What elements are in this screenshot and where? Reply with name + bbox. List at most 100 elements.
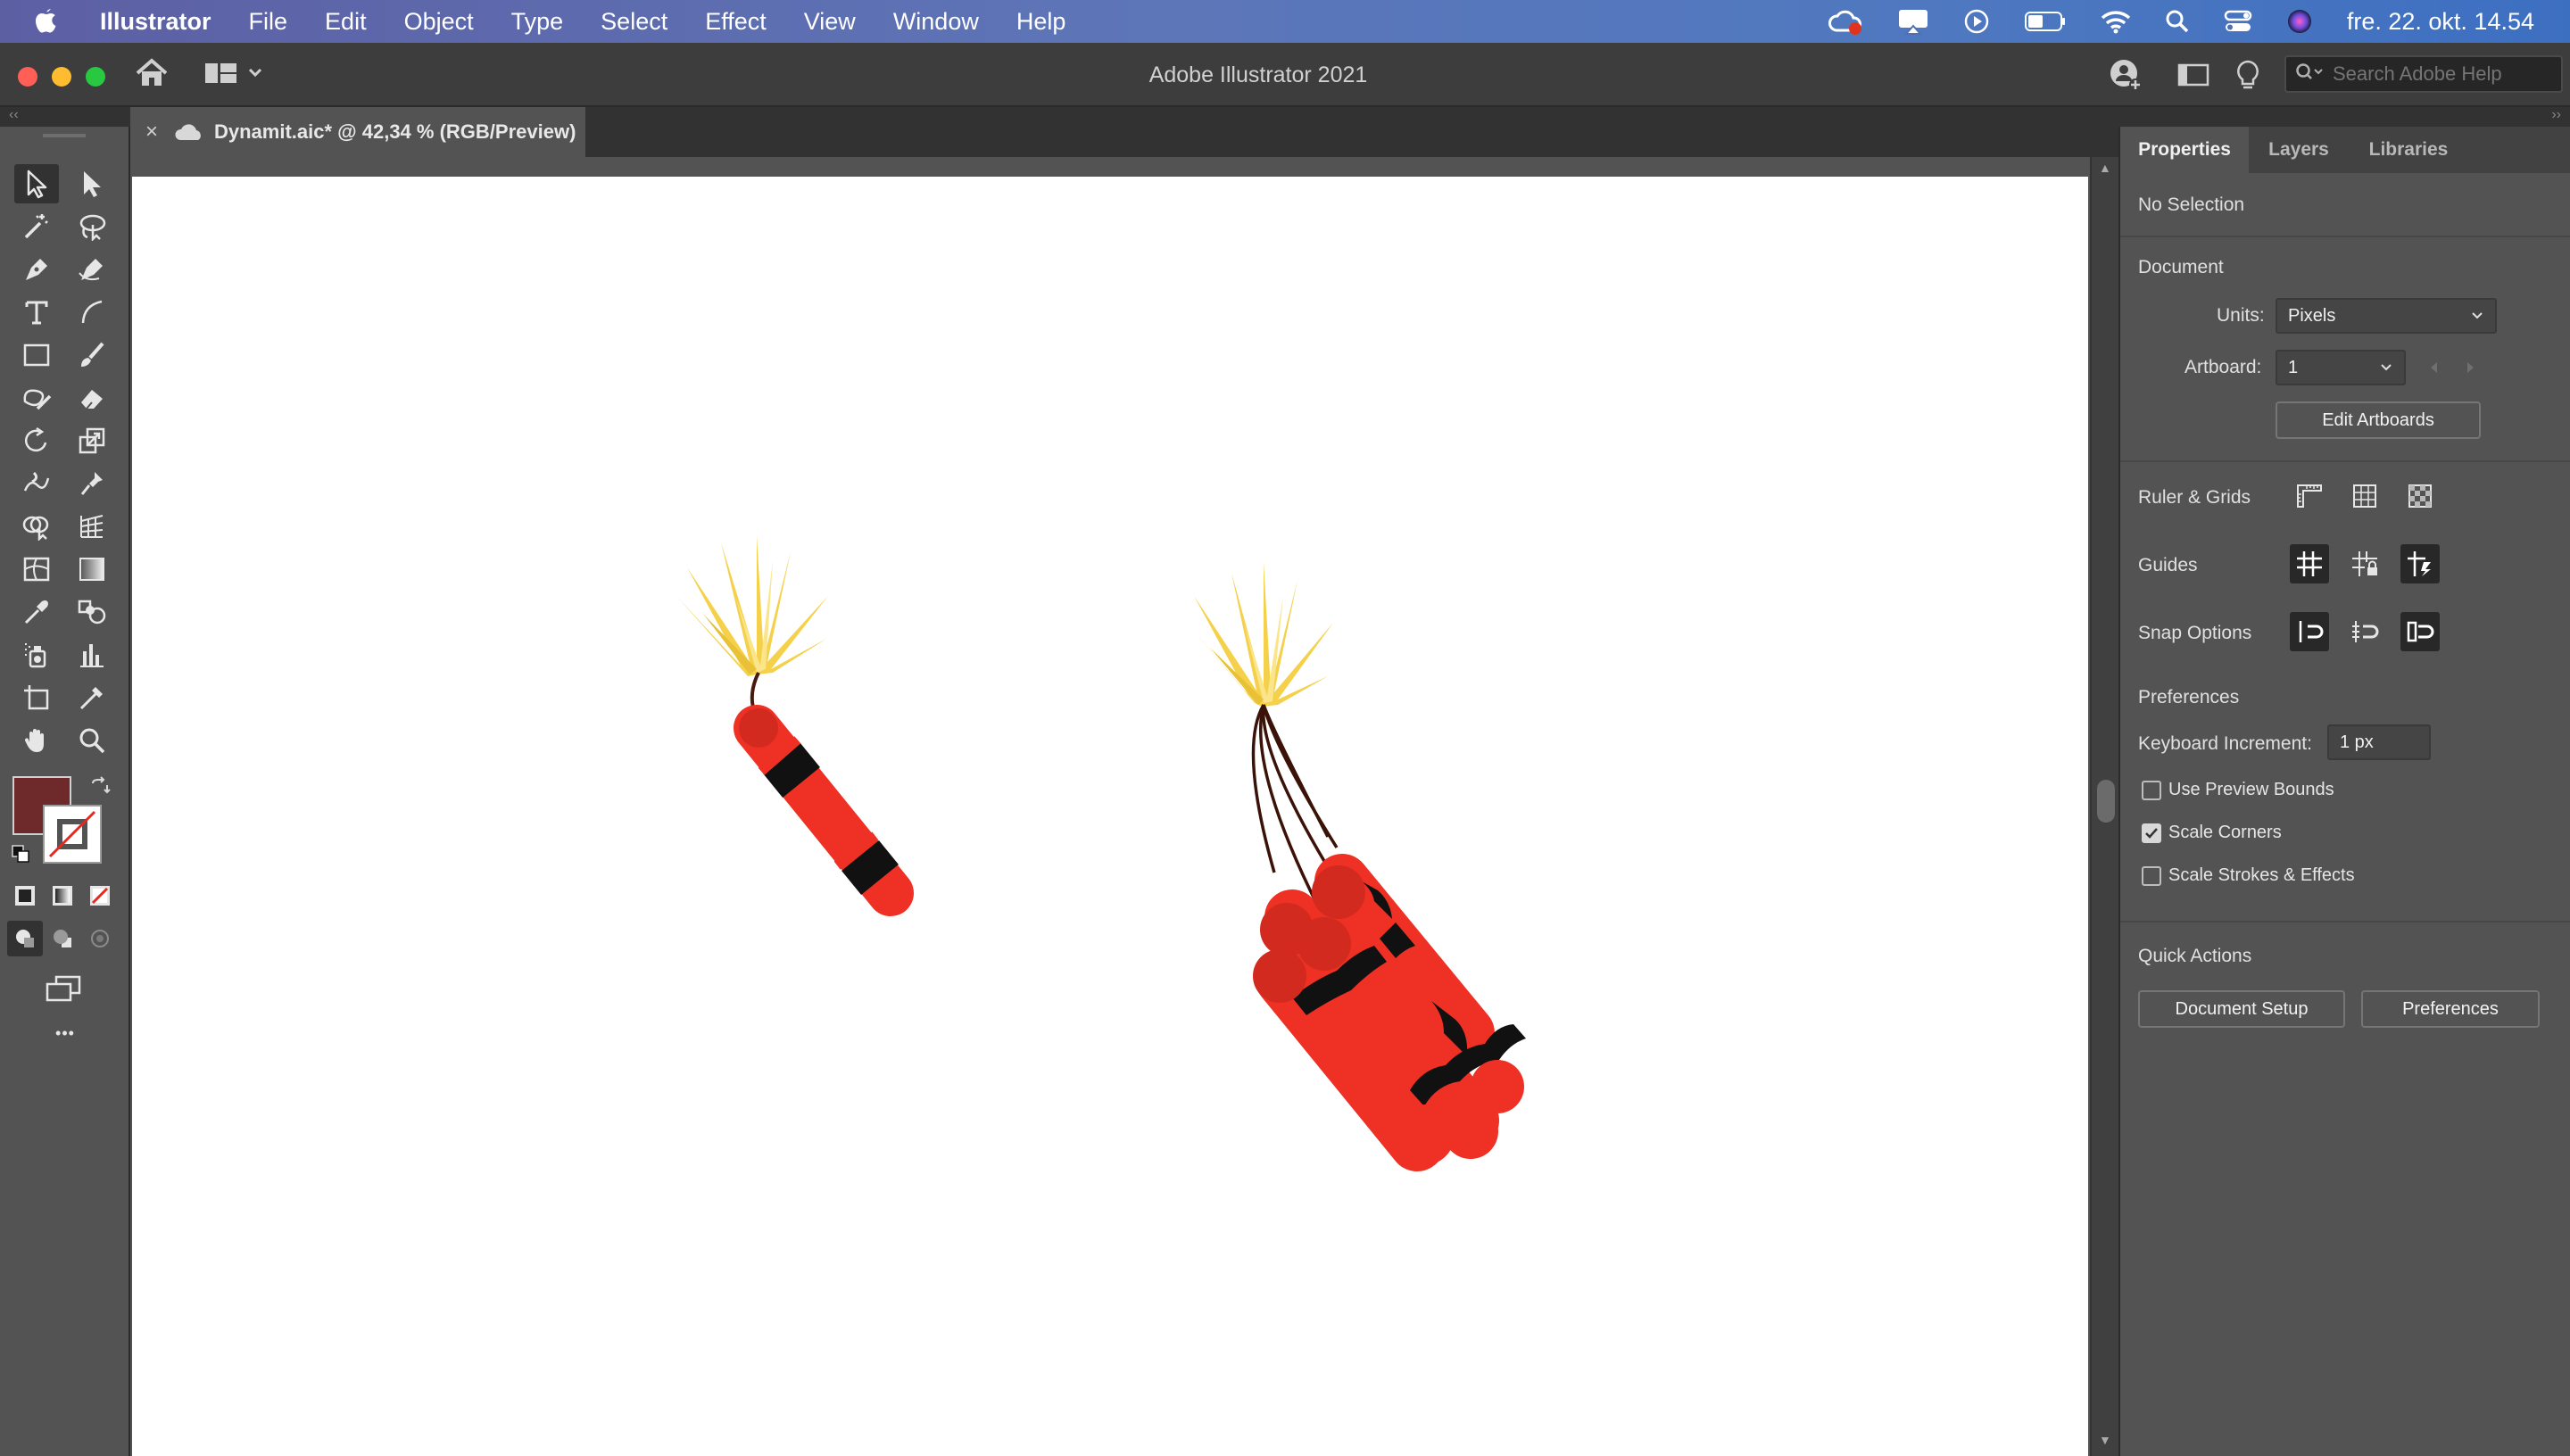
menu-view[interactable]: View [804,8,856,36]
checkbox-box[interactable] [2142,865,2161,886]
use-preview-bounds-checkbox[interactable]: Use Preview Bounds [2142,780,2334,800]
panel-arrange-icon[interactable] [2177,62,2209,92]
document-tab[interactable]: × Dynamit.aic* @ 42,34 % (RGB/Preview) [130,107,585,157]
creative-cloud-icon[interactable] [1828,7,1863,36]
tab-layers[interactable]: Layers [2249,127,2349,173]
blend-tool-icon[interactable] [70,592,114,632]
edit-artboards-button[interactable]: Edit Artboards [2276,401,2481,439]
default-fill-stroke-icon[interactable] [11,844,32,870]
close-document-tab-button[interactable]: × [130,120,173,145]
spotlight-search-icon[interactable] [2165,9,2190,34]
transparency-grid-icon[interactable] [2400,476,2440,516]
eraser-tool-icon[interactable] [70,378,114,418]
scrollbar-thumb[interactable] [2097,780,2115,823]
shape-builder-tool-icon[interactable] [14,507,59,546]
ruler-icon[interactable] [2290,476,2329,516]
app-menu-illustrator[interactable]: Illustrator [100,8,211,36]
zoom-tool-icon[interactable] [70,721,114,760]
document-setup-button[interactable]: Document Setup [2138,990,2345,1028]
draw-behind-icon[interactable] [45,921,80,956]
symbol-sprayer-tool-icon[interactable] [14,635,59,674]
adobe-help-search-field[interactable] [2284,55,2563,93]
collapse-left-icon[interactable]: ‹‹ [9,107,19,123]
rectangle-tool-icon[interactable] [14,335,59,375]
preferences-button[interactable]: Preferences [2361,990,2540,1028]
toolbar-collapse-strip[interactable]: ‹‹ [0,107,130,127]
perspective-grid-tool-icon[interactable] [70,507,114,546]
battery-icon[interactable] [2024,10,2067,33]
mesh-tool-icon[interactable] [14,550,59,589]
collapse-right-icon[interactable]: ›› [2551,107,2561,123]
scale-strokes-effects-checkbox[interactable]: Scale Strokes & Effects [2142,865,2355,886]
direct-selection-tool-icon[interactable] [70,164,114,203]
next-artboard-icon[interactable] [2463,360,2477,379]
menu-window[interactable]: Window [893,8,979,36]
slice-tool-icon[interactable] [70,678,114,717]
menu-help[interactable]: Help [1016,8,1066,36]
scale-corners-checkbox[interactable]: Scale Corners [2142,823,2282,843]
menu-effect[interactable]: Effect [705,8,767,36]
selection-tool-icon[interactable] [14,164,59,203]
scroll-down-icon[interactable]: ▼ [2099,1433,2111,1447]
artboard-tool-icon[interactable] [14,678,59,717]
eyedropper-tool-icon[interactable] [14,592,59,632]
column-graph-tool-icon[interactable] [70,635,114,674]
rotate-tool-icon[interactable] [14,421,59,460]
lasso-tool-icon[interactable] [70,207,114,246]
menu-bar-clock[interactable]: fre. 22. okt. 14.54 [2347,8,2534,36]
shaper-tool-icon[interactable] [14,378,59,418]
stroke-color-swatch[interactable] [43,805,102,864]
wifi-icon[interactable] [2101,9,2131,34]
dynamite-bundle[interactable] [1187,562,1526,1171]
show-guides-icon[interactable] [2290,544,2329,583]
draw-inside-icon[interactable] [82,921,118,956]
keyboard-increment-field[interactable]: 1 px [2327,724,2431,760]
none-mode-icon[interactable] [82,878,118,914]
hand-tool-icon[interactable] [14,721,59,760]
lock-guides-icon[interactable] [2345,544,2384,583]
smart-guides-icon[interactable] [2400,544,2440,583]
magic-wand-tool-icon[interactable] [14,207,59,246]
snap-to-grid-icon[interactable] [2345,612,2384,651]
menu-object[interactable]: Object [404,8,474,36]
line-segment-tool-icon[interactable] [70,293,114,332]
color-mode-icon[interactable] [7,878,43,914]
paintbrush-tool-icon[interactable] [70,335,114,375]
panel-collapse-strip[interactable]: ›› [2118,107,2570,127]
draw-normal-icon[interactable] [7,921,43,956]
previous-artboard-icon[interactable] [2427,360,2442,379]
canvas-area[interactable] [130,157,2090,1456]
checkbox-box[interactable] [2142,823,2161,843]
tab-properties[interactable]: Properties [2120,127,2249,173]
gradient-tool-icon[interactable] [70,550,114,589]
artboard[interactable] [132,177,2088,1456]
toolbar-grip[interactable] [43,134,86,137]
scroll-up-icon[interactable]: ▲ [2099,161,2111,175]
checkbox-box[interactable] [2142,780,2161,800]
snap-to-point-icon[interactable] [2290,612,2329,651]
adobe-help-search-input[interactable] [2333,62,2547,86]
artboard-dropdown[interactable]: 1 [2276,350,2406,385]
canvas-vertical-scrollbar[interactable]: ▲ ▼ [2090,157,2118,1456]
snap-to-pixel-icon[interactable] [2400,612,2440,651]
menu-edit[interactable]: Edit [325,8,367,36]
siri-icon[interactable] [2286,8,2313,35]
menu-type[interactable]: Type [511,8,564,36]
grid-icon[interactable] [2345,476,2384,516]
curvature-tool-icon[interactable] [70,250,114,289]
scale-tool-icon[interactable] [70,421,114,460]
menu-file[interactable]: File [249,8,288,36]
pen-tool-icon[interactable] [14,250,59,289]
control-center-icon[interactable] [2224,9,2252,34]
single-dynamite-stick[interactable] [676,535,914,916]
units-dropdown[interactable]: Pixels [2276,298,2497,334]
airplay-icon[interactable] [1897,8,1929,35]
warp-tool-icon[interactable] [14,464,59,503]
tab-libraries[interactable]: Libraries [2349,127,2468,173]
lightbulb-icon[interactable] [2234,59,2261,95]
swap-fill-stroke-icon[interactable] [89,776,111,802]
share-user-icon[interactable] [2108,57,2143,97]
play-icon[interactable] [1963,8,1990,35]
type-tool-icon[interactable] [14,293,59,332]
menu-select[interactable]: Select [601,8,667,36]
